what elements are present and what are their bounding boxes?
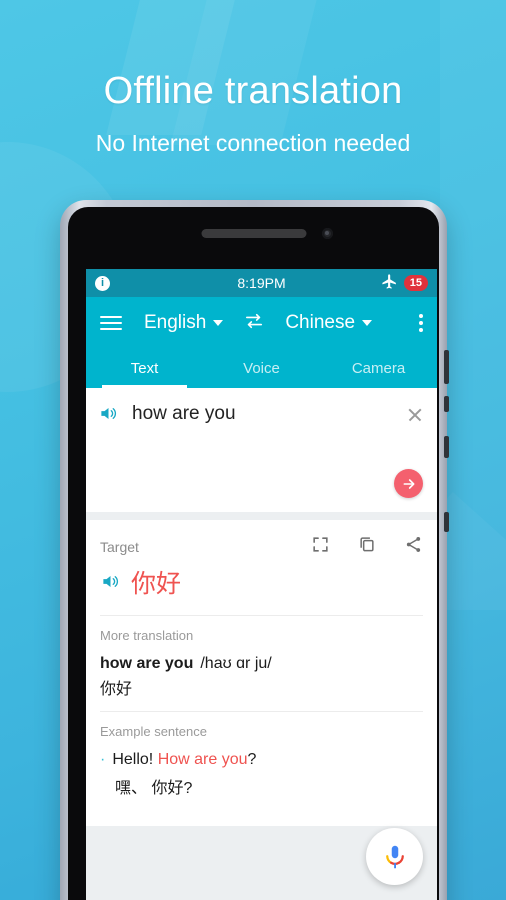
phone-side-button	[444, 436, 449, 458]
phone-side-button	[444, 396, 449, 412]
airplane-mode-icon	[381, 273, 398, 293]
background-shape	[440, 0, 506, 430]
copy-icon[interactable]	[357, 534, 377, 559]
translated-text: 你好	[131, 570, 182, 598]
more-translation-title: More translation	[100, 628, 194, 643]
microphone-button[interactable]	[366, 828, 423, 885]
clear-icon[interactable]	[405, 405, 425, 425]
info-icon: i	[95, 275, 110, 291]
tab-voice[interactable]: Voice	[203, 349, 320, 388]
more-options-icon[interactable]	[409, 314, 423, 332]
translation-result-card: Target 你好 More translation how are you /…	[86, 520, 437, 826]
more-translation-target: 你好	[100, 681, 133, 698]
more-translation-word: how are you	[100, 655, 194, 672]
phone-side-button	[444, 512, 449, 532]
chevron-down-icon	[362, 320, 373, 326]
chevron-down-icon	[213, 320, 224, 326]
phone-side-button	[444, 350, 449, 384]
notification-badge: 15	[403, 275, 428, 291]
phone-speaker-grille	[201, 229, 306, 238]
fullscreen-icon[interactable]	[311, 535, 330, 559]
more-translation-section: More translation how are you/haʊ ɑr ju/ …	[86, 616, 437, 711]
swap-languages-icon[interactable]	[243, 312, 265, 335]
hamburger-menu-icon[interactable]	[100, 316, 122, 330]
source-language-label: English	[144, 312, 207, 333]
promo-screenshot: Offline translation No Internet connecti…	[0, 0, 506, 900]
tab-camera[interactable]: Camera	[320, 349, 437, 388]
target-label: Target	[100, 538, 139, 555]
example-sentence-section: Example sentence · Hello! How are you? 嘿…	[86, 712, 437, 808]
more-translation-ipa: /haʊ ɑr ju/	[200, 655, 272, 672]
promo-headline: Offline translation	[103, 70, 403, 112]
card-separator	[86, 512, 437, 520]
tab-text[interactable]: Text	[86, 349, 203, 388]
translate-submit-button[interactable]	[394, 469, 423, 498]
target-language-label: Chinese	[285, 312, 356, 333]
app-bar: English Chinese	[86, 297, 437, 349]
target-language-selector[interactable]: Chinese	[285, 312, 373, 334]
share-icon[interactable]	[404, 535, 423, 559]
example-sentence-title: Example sentence	[100, 724, 207, 739]
speaker-icon[interactable]	[98, 404, 119, 428]
phone-face: i 8:19PM 15 English Chinese Text Voice C…	[68, 207, 439, 900]
example-source-suffix: ?	[247, 751, 257, 768]
list-bullet: ·	[100, 751, 106, 768]
source-language-selector[interactable]: English	[144, 312, 224, 334]
mode-tabs: Text Voice Camera	[86, 349, 437, 388]
phone-mockup: i 8:19PM 15 English Chinese Text Voice C…	[60, 200, 449, 900]
status-bar: i 8:19PM 15	[86, 269, 437, 297]
phone-screen: i 8:19PM 15 English Chinese Text Voice C…	[86, 269, 437, 900]
promo-subheadline: No Internet connection needed	[95, 130, 411, 156]
source-text-input[interactable]: how are you	[132, 402, 405, 426]
example-source-prefix: Hello!	[112, 751, 158, 768]
speaker-icon[interactable]	[100, 572, 121, 596]
example-target: 嘿、 你好?	[115, 780, 193, 797]
source-text-card: how are you	[86, 388, 437, 512]
front-camera	[322, 228, 333, 239]
example-source-highlight: How are you	[157, 751, 248, 768]
